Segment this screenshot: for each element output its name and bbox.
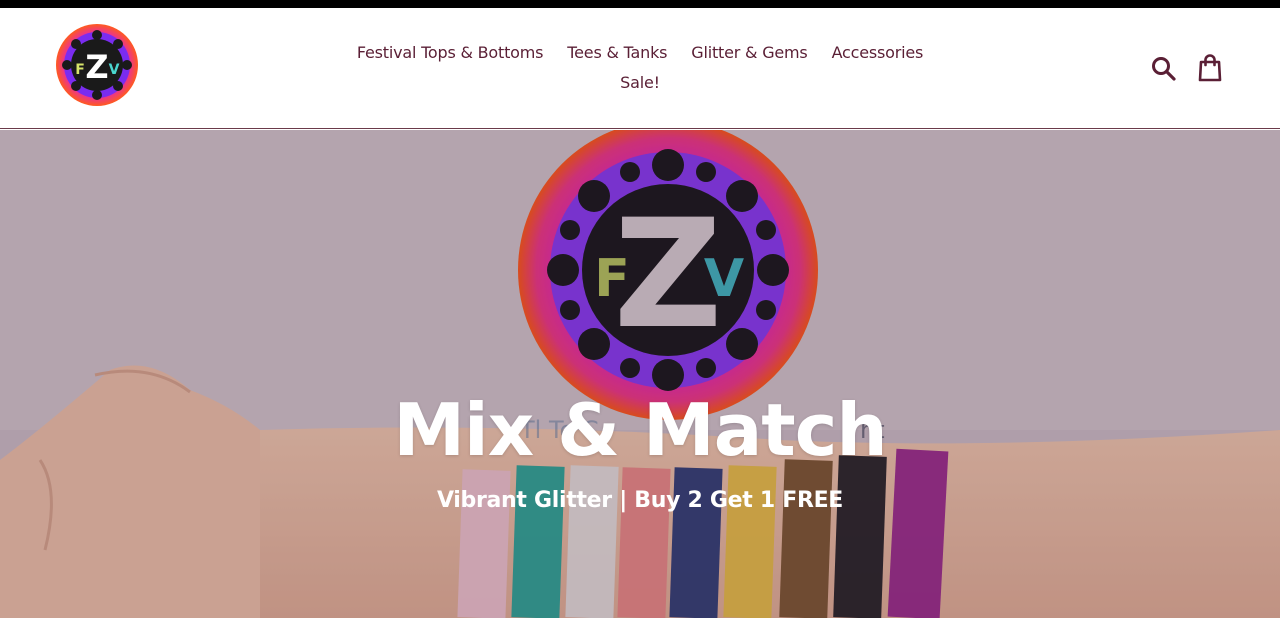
- search-button[interactable]: [1150, 55, 1178, 83]
- store-logo[interactable]: Z F V: [54, 22, 140, 108]
- search-icon: [1152, 57, 1176, 81]
- nav-row-2: Sale!: [340, 68, 940, 98]
- top-announcement-bar: [0, 0, 1280, 8]
- hero-subtitle: Vibrant Glitter | Buy 2 Get 1 FREE: [436, 488, 844, 513]
- cart-button[interactable]: [1196, 53, 1224, 83]
- nav-accessories[interactable]: Accessories: [820, 38, 936, 68]
- main-navigation: Festival Tops & Bottoms Tees & Tanks Gli…: [340, 38, 940, 98]
- fzv-logo-icon: Z F V: [56, 24, 138, 106]
- hero-title: Mix & Match: [393, 388, 887, 472]
- svg-text:V: V: [109, 62, 120, 78]
- svg-text:F: F: [75, 62, 85, 78]
- shopping-bag-icon: [1198, 54, 1222, 82]
- svg-text:Z: Z: [85, 48, 108, 86]
- hero-banner[interactable]: Z F V Tl Te C ht Mix & Match Vibrant Gli…: [0, 130, 1280, 618]
- site-header: Z F V Festival Tops & Bottoms Tees & Tan…: [0, 8, 1280, 129]
- nav-glitter-gems[interactable]: Glitter & Gems: [679, 38, 819, 68]
- hero-overlay: [0, 130, 1280, 618]
- nav-festival-tops-bottoms[interactable]: Festival Tops & Bottoms: [345, 38, 555, 68]
- nav-sale[interactable]: Sale!: [608, 68, 672, 98]
- nav-tees-tanks[interactable]: Tees & Tanks: [555, 38, 679, 68]
